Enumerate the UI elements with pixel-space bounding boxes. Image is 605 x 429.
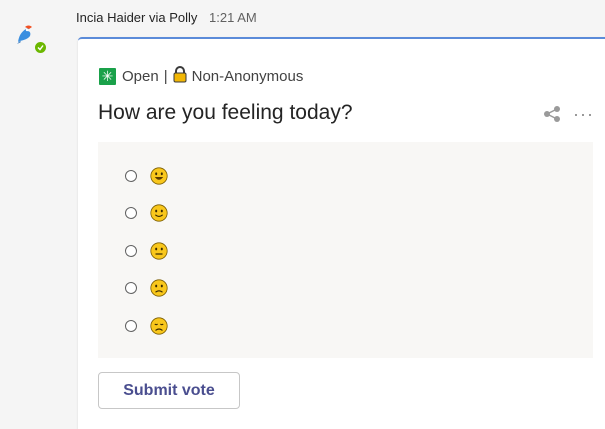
poll-question: How are you feeling today? bbox=[98, 101, 353, 124]
sad-emoji-icon bbox=[150, 279, 168, 297]
option-4-radio[interactable] bbox=[125, 282, 137, 294]
very-happy-emoji-icon bbox=[150, 167, 168, 185]
poll-option-2[interactable] bbox=[125, 201, 168, 225]
status-separator: | bbox=[163, 68, 168, 85]
very-sad-emoji-icon bbox=[150, 317, 168, 335]
left-rail bbox=[0, 0, 58, 422]
lock-icon bbox=[173, 66, 187, 87]
submit-vote-button[interactable]: Submit vote bbox=[98, 372, 240, 409]
option-1-radio[interactable] bbox=[125, 170, 137, 182]
poll-option-5[interactable] bbox=[125, 314, 168, 338]
poll-card: ✳ Open | Non-Anonymous How are you feeli… bbox=[78, 37, 605, 429]
poll-options bbox=[98, 142, 593, 358]
happy-emoji-icon bbox=[150, 204, 168, 222]
polly-bird-icon[interactable] bbox=[12, 22, 36, 46]
neutral-emoji-icon bbox=[150, 242, 168, 260]
open-status-icon: ✳ bbox=[99, 68, 116, 85]
poll-option-4[interactable] bbox=[125, 276, 168, 300]
poll-option-3[interactable] bbox=[125, 239, 168, 263]
presence-available-icon bbox=[33, 40, 48, 55]
option-5-radio[interactable] bbox=[125, 320, 137, 332]
sender-name[interactable]: Incia Haider via Polly bbox=[76, 10, 197, 25]
more-options-icon[interactable]: ··· bbox=[573, 104, 594, 125]
message-header: Incia Haider via Polly 1:21 AM bbox=[76, 10, 257, 25]
share-icon[interactable] bbox=[542, 105, 562, 128]
option-2-radio[interactable] bbox=[125, 207, 137, 219]
poll-status-line: ✳ Open | Non-Anonymous bbox=[99, 66, 303, 87]
poll-option-1[interactable] bbox=[125, 164, 168, 188]
poll-visibility: Non-Anonymous bbox=[191, 68, 304, 85]
poll-status: Open bbox=[122, 68, 159, 85]
message-timestamp: 1:21 AM bbox=[209, 10, 257, 25]
option-3-radio[interactable] bbox=[125, 245, 137, 257]
